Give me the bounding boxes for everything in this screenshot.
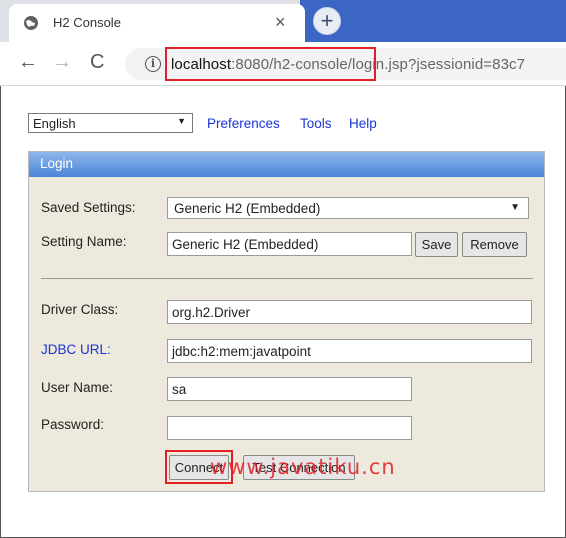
dropdown-arrow-icon: ▼ bbox=[177, 116, 186, 126]
back-arrow-icon[interactable]: ← bbox=[18, 52, 38, 72]
new-tab-button[interactable]: + bbox=[313, 7, 341, 35]
globe-icon bbox=[24, 16, 38, 30]
user-name-input[interactable]: sa bbox=[167, 377, 412, 401]
help-link[interactable]: Help bbox=[349, 116, 377, 131]
password-label: Password: bbox=[41, 417, 105, 432]
save-button[interactable]: Save bbox=[415, 232, 458, 257]
saved-settings-label: Saved Settings: bbox=[41, 200, 136, 215]
driver-class-label: Driver Class: bbox=[41, 302, 119, 317]
language-select[interactable]: English ▼ bbox=[28, 113, 193, 133]
browser-tab-strip: H2 Console × + bbox=[0, 0, 566, 42]
dropdown-arrow-icon: ▼ bbox=[510, 202, 520, 213]
user-name-label: User Name: bbox=[41, 380, 114, 395]
password-input[interactable] bbox=[167, 416, 412, 440]
driver-class-input[interactable]: org.h2.Driver bbox=[167, 300, 532, 324]
saved-settings-select[interactable]: Generic H2 (Embedded) ▼ bbox=[167, 197, 529, 219]
preferences-link[interactable]: Preferences bbox=[207, 116, 280, 131]
reload-icon[interactable]: C bbox=[90, 52, 104, 72]
highlight-box-url bbox=[165, 47, 376, 81]
login-panel: Login Saved Settings: Generic H2 (Embedd… bbox=[28, 151, 545, 492]
section-divider bbox=[41, 278, 533, 279]
login-panel-header: Login bbox=[29, 152, 544, 177]
saved-settings-value: Generic H2 (Embedded) bbox=[174, 201, 321, 216]
jdbc-url-label[interactable]: JDBC URL: bbox=[41, 342, 111, 357]
plus-icon: + bbox=[320, 8, 334, 33]
watermark-text: www.javatiku.cn bbox=[210, 455, 396, 479]
tools-link[interactable]: Tools bbox=[300, 116, 332, 131]
browser-tab[interactable]: H2 Console × bbox=[9, 4, 305, 42]
remove-button[interactable]: Remove bbox=[462, 232, 527, 257]
info-icon[interactable]: i bbox=[145, 56, 161, 72]
setting-name-input[interactable]: Generic H2 (Embedded) bbox=[167, 232, 412, 256]
tab-title: H2 Console bbox=[53, 15, 121, 30]
forward-arrow-icon[interactable]: → bbox=[52, 52, 72, 72]
language-value: English bbox=[33, 116, 76, 131]
close-tab-icon[interactable]: × bbox=[275, 12, 286, 32]
jdbc-url-input[interactable]: jdbc:h2:mem:javatpoint bbox=[167, 339, 532, 363]
setting-name-label: Setting Name: bbox=[41, 234, 127, 249]
